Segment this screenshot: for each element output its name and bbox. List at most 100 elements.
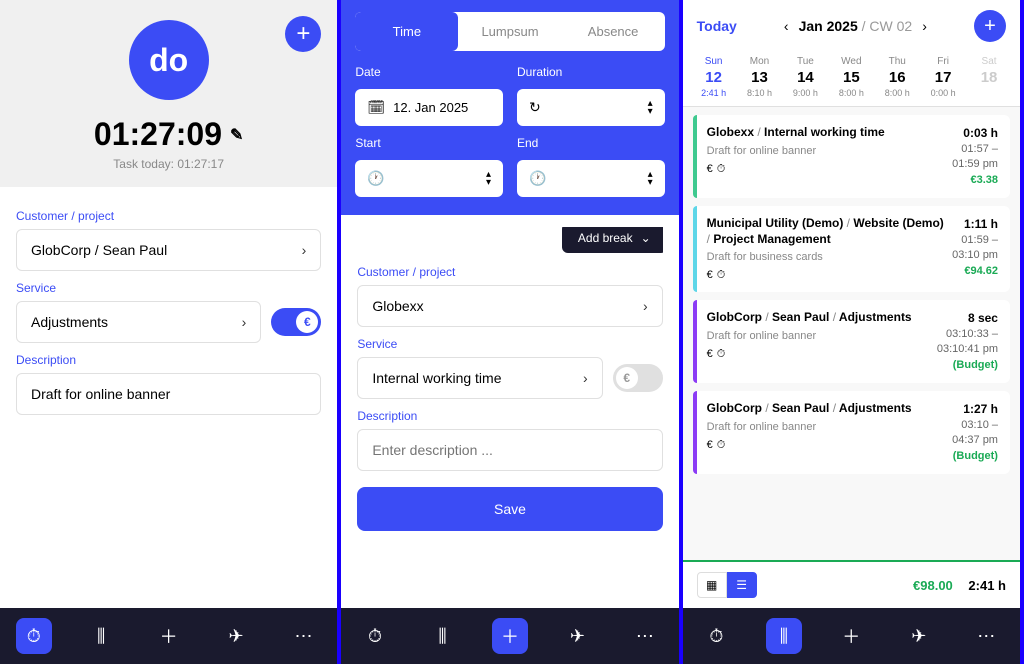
calendar-icon: 🗓 — [367, 99, 385, 116]
add-entry-button[interactable]: + — [974, 10, 1006, 42]
customer-select[interactable]: Globexx › — [357, 285, 662, 327]
nav-add[interactable]: ＋ — [833, 618, 869, 654]
entry-description: Draft for online banner — [707, 421, 944, 433]
end-input[interactable]: 🕐 ▴▾ — [517, 160, 665, 197]
today-button[interactable]: Today — [697, 18, 737, 34]
clock-icon: 🕐 — [529, 170, 546, 187]
customer-value: GlobCorp / Sean Paul — [31, 242, 167, 258]
timer-panel: + do 01:27:09 ✎ Task today: 01:27:17 Cus… — [0, 0, 341, 664]
week-strip: Sun 12 2:41 hMon 13 8:10 hTue 14 9:00 hW… — [683, 52, 1020, 107]
form-header: Time Lumpsum Absence Date Duration 🗓 12.… — [341, 0, 678, 215]
day-number: 12 — [691, 69, 737, 86]
timeline-panel: Today ‹ Jan 2025 / CW 02 › + Sun 12 2:41… — [683, 0, 1024, 664]
entries-list: Globexx / Internal working time Draft fo… — [683, 107, 1020, 560]
duration-label: Duration — [517, 65, 665, 79]
chevron-down-icon: ⌄ — [641, 231, 651, 245]
billable-toggle[interactable]: € — [271, 308, 321, 336]
nav-absence[interactable]: ✈ — [559, 618, 595, 654]
chevron-right-icon: › — [643, 298, 648, 314]
customer-select[interactable]: GlobCorp / Sean Paul › — [16, 229, 321, 271]
next-month-button[interactable]: › — [922, 18, 927, 34]
entry-duration: 8 sec — [937, 310, 998, 327]
day-hours: 9:00 h — [782, 88, 828, 98]
timer-icon: ⏱ — [717, 269, 726, 282]
edit-icon[interactable]: ✎ — [230, 125, 243, 145]
tab-absence[interactable]: Absence — [562, 12, 665, 51]
entry-icons: € ⏱ — [707, 269, 944, 282]
day-column[interactable]: Mon 13 8:10 h — [737, 56, 783, 98]
nav-reports[interactable]: ⫼ — [766, 618, 802, 654]
day-number: 14 — [782, 69, 828, 86]
entry-icons: € ⏱ — [707, 163, 944, 176]
entry-amount: €94.62 — [952, 264, 998, 279]
entry-duration: 1:27 h — [952, 401, 998, 418]
nav-more[interactable]: ⋯ — [286, 618, 322, 654]
day-number: 15 — [828, 69, 874, 86]
totals: €98.00 2:41 h — [913, 578, 1006, 593]
nav-more[interactable]: ⋯ — [627, 618, 663, 654]
list-view-button[interactable]: ☰ — [727, 572, 757, 598]
service-select[interactable]: Adjustments › — [16, 301, 261, 343]
nav-timer[interactable]: ⏱ — [357, 618, 393, 654]
nav-timer[interactable]: ⏱ — [16, 618, 52, 654]
total-amount: €98.00 — [913, 578, 953, 593]
time-entry[interactable]: Municipal Utility (Demo) / Website (Demo… — [693, 206, 1010, 292]
save-button[interactable]: Save — [357, 487, 662, 531]
tab-lumpsum[interactable]: Lumpsum — [458, 12, 561, 51]
entry-title: GlobCorp / Sean Paul / Adjustments — [707, 401, 944, 417]
nav-absence[interactable]: ✈ — [218, 618, 254, 654]
stepper-icon: ▴▾ — [648, 171, 653, 187]
day-column[interactable]: Sun 12 2:41 h — [691, 56, 737, 98]
prev-month-button[interactable]: ‹ — [784, 18, 789, 34]
time-entry[interactable]: GlobCorp / Sean Paul / Adjustments Draft… — [693, 300, 1010, 383]
nav-reports[interactable]: ⫼ — [83, 618, 119, 654]
entry-description: Draft for online banner — [707, 330, 929, 342]
entry-description: Draft for business cards — [707, 251, 944, 263]
timer-header: + do 01:27:09 ✎ Task today: 01:27:17 — [0, 0, 337, 187]
grid-view-button[interactable]: ▦ — [697, 572, 727, 598]
description-input[interactable]: Draft for online banner — [16, 373, 321, 415]
billable-toggle[interactable]: € — [613, 364, 663, 392]
time-entry[interactable]: GlobCorp / Sean Paul / Adjustments Draft… — [693, 391, 1010, 474]
service-value: Internal working time — [372, 370, 501, 386]
day-number: 16 — [874, 69, 920, 86]
day-column[interactable]: Wed 15 8:00 h — [828, 56, 874, 98]
day-column[interactable]: Tue 14 9:00 h — [782, 56, 828, 98]
entry-timerange: 03:10 –04:37 pm — [952, 418, 998, 449]
nav-more[interactable]: ⋯ — [968, 618, 1004, 654]
date-input[interactable]: 🗓 12. Jan 2025 — [355, 89, 503, 126]
euro-icon: € — [296, 311, 318, 333]
day-column[interactable]: Thu 16 8:00 h — [874, 56, 920, 98]
timer-subtext: Task today: 01:27:17 — [16, 157, 321, 171]
tab-time[interactable]: Time — [355, 12, 458, 51]
entry-timerange: 03:10:33 –03:10:41 pm — [937, 327, 998, 358]
bottom-nav: ⏱ ⫼ ＋ ✈ ⋯ — [683, 608, 1020, 664]
app-logo: do — [129, 20, 209, 100]
service-select[interactable]: Internal working time › — [357, 357, 602, 399]
entry-timerange: 01:57 –01:59 pm — [952, 142, 998, 173]
entry-title: Globexx / Internal working time — [707, 125, 944, 141]
nav-reports[interactable]: ⫼ — [425, 618, 461, 654]
day-column[interactable]: Fri 17 0:00 h — [920, 56, 966, 98]
add-break-button[interactable]: Add break ⌄ — [562, 227, 663, 253]
duration-input[interactable]: ↻ ▴▾ — [517, 89, 665, 126]
day-column[interactable]: Sat 18 — [966, 56, 1012, 98]
date-label: Date — [355, 65, 503, 79]
day-name: Tue — [782, 56, 828, 67]
entry-description: Draft for online banner — [707, 145, 944, 157]
description-input[interactable] — [357, 429, 662, 471]
nav-add[interactable]: ＋ — [151, 618, 187, 654]
timer-icon: ⏱ — [717, 348, 726, 361]
start-input[interactable]: 🕐 ▴▾ — [355, 160, 503, 197]
nav-timer[interactable]: ⏱ — [698, 618, 734, 654]
day-name: Sun — [691, 56, 737, 67]
day-number: 13 — [737, 69, 783, 86]
start-label: Start — [355, 136, 503, 150]
time-entry[interactable]: Globexx / Internal working time Draft fo… — [693, 115, 1010, 198]
bottom-nav: ⏱ ⫼ ＋ ✈ ⋯ — [341, 608, 678, 664]
nav-absence[interactable]: ✈ — [901, 618, 937, 654]
stepper-icon: ▴▾ — [486, 171, 491, 187]
timer-icon: ⏱ — [717, 439, 726, 452]
add-button[interactable]: + — [285, 16, 321, 52]
nav-add[interactable]: ＋ — [492, 618, 528, 654]
